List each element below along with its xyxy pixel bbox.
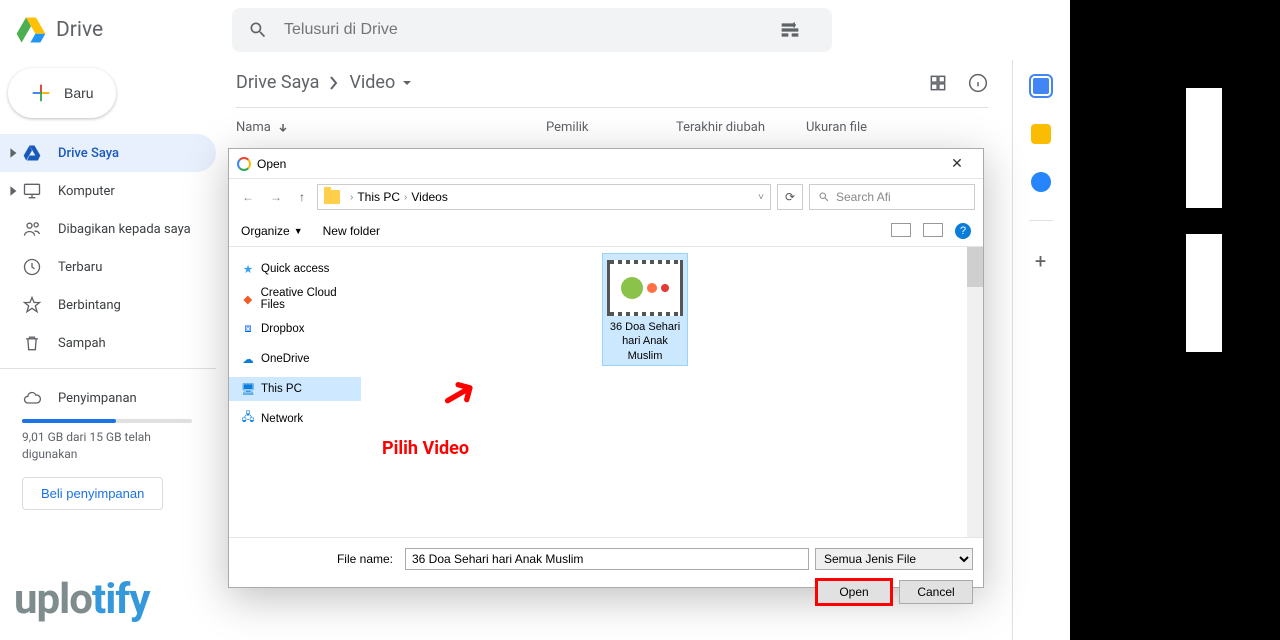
scrollbar[interactable]: [967, 247, 983, 537]
tree-onedrive[interactable]: ☁OneDrive: [229, 347, 361, 371]
tree-creative-cloud[interactable]: ◆Creative Cloud Files: [229, 287, 361, 311]
star-icon: [22, 295, 42, 315]
help-icon[interactable]: ?: [955, 223, 971, 239]
tasks-app-icon[interactable]: [1031, 172, 1051, 192]
preview-pane-icon[interactable]: [923, 223, 943, 237]
sidebar-item-label: Berbintang: [58, 298, 121, 313]
trash-icon: [22, 333, 42, 353]
caret-icon: [8, 185, 20, 197]
dialog-footer: File name: Semua Jenis File Open Cancel: [229, 537, 983, 614]
sidebar-item-computers[interactable]: Komputer: [0, 172, 216, 210]
search-icon: [818, 191, 830, 203]
column-modified[interactable]: Terakhir diubah: [676, 120, 806, 135]
up-icon[interactable]: ↑: [293, 190, 311, 204]
black-overlay: [1070, 0, 1280, 640]
sidebar: Baru Drive Saya Komputer Dibagikan kepad…: [0, 60, 216, 640]
file-open-dialog: Open ✕ ← → ↑ › This PC › Videos ˅ ⟳ Sear…: [228, 148, 984, 588]
storage-text: 9,01 GB dari 15 GB telah digunakan: [22, 429, 196, 463]
dialog-search[interactable]: Search Afi: [809, 184, 975, 210]
close-icon[interactable]: ✕: [939, 155, 975, 172]
plus-icon: [30, 82, 52, 104]
breadcrumb-segment[interactable]: Video: [349, 72, 395, 93]
sidebar-item-label: Komputer: [58, 184, 115, 199]
tree-this-pc[interactable]: 🖥This PC: [229, 377, 361, 401]
video-thumbnail: [607, 260, 683, 316]
sidebar-item-trash[interactable]: Sampah: [0, 324, 216, 362]
storage-label: Penyimpanan: [58, 391, 137, 406]
sidebar-item-label: Sampah: [58, 336, 106, 351]
open-button[interactable]: Open: [817, 580, 891, 604]
sidebar-item-label: Dibagikan kepada saya: [58, 222, 191, 237]
buy-storage-button[interactable]: Beli penyimpanan: [22, 477, 163, 510]
back-icon[interactable]: ←: [237, 190, 259, 204]
sidebar-item-label: Drive Saya: [58, 146, 119, 161]
search-options-icon[interactable]: [780, 20, 800, 40]
search-icon: [248, 20, 268, 40]
arrow-down-icon: [277, 122, 289, 134]
tree-quick-access[interactable]: ★Quick access: [229, 257, 361, 281]
breadcrumb: Drive Saya Video: [236, 64, 988, 105]
dialog-toolbar: Organize▼ New folder ?: [229, 215, 983, 247]
sidebar-item-storage[interactable]: Penyimpanan: [22, 379, 196, 417]
sidebar-item-recent[interactable]: Terbaru: [0, 248, 216, 286]
cancel-button[interactable]: Cancel: [899, 580, 973, 604]
dialog-title: Open: [257, 157, 286, 171]
folder-icon: [324, 190, 340, 204]
clock-icon: [22, 257, 42, 277]
new-folder-button[interactable]: New folder: [323, 224, 380, 238]
dialog-titlebar: Open ✕: [229, 149, 983, 179]
storage-bar: [22, 419, 192, 423]
chevron-right-icon: [329, 75, 339, 91]
caret-icon: [8, 147, 20, 159]
dialog-tree: ★Quick access ◆Creative Cloud Files ⧈Dro…: [229, 247, 361, 537]
forward-icon[interactable]: →: [265, 190, 287, 204]
refresh-icon[interactable]: ⟳: [777, 184, 803, 210]
new-button-label: Baru: [64, 85, 94, 101]
storage-section: Penyimpanan 9,01 GB dari 15 GB telah dig…: [0, 375, 216, 510]
search-bar[interactable]: [232, 8, 832, 52]
tree-network[interactable]: 🖧Network: [229, 407, 361, 431]
breadcrumb-segment[interactable]: Drive Saya: [236, 72, 319, 93]
file-name: 36 Doa Sehari hari Anak Muslim: [605, 320, 685, 363]
calendar-app-icon[interactable]: [1031, 76, 1051, 96]
nav: Drive Saya Komputer Dibagikan kepada say…: [0, 134, 216, 362]
column-name[interactable]: Nama: [236, 120, 546, 135]
sidebar-item-shared[interactable]: Dibagikan kepada saya: [0, 210, 216, 248]
side-panel: +: [1012, 60, 1068, 640]
sidebar-item-label: Terbaru: [58, 260, 102, 275]
logo-text: Drive: [56, 18, 103, 42]
new-button[interactable]: Baru: [8, 68, 116, 118]
keep-app-icon[interactable]: [1031, 124, 1051, 144]
table-header: Nama Pemilik Terakhir diubah Ukuran file: [236, 108, 988, 147]
drive-logo-wrap[interactable]: Drive: [16, 16, 232, 44]
search-input[interactable]: [284, 21, 780, 39]
chevron-down-icon[interactable]: [401, 77, 413, 89]
sidebar-item-starred[interactable]: Berbintang: [0, 286, 216, 324]
computer-icon: [22, 181, 42, 201]
file-item[interactable]: 36 Doa Sehari hari Anak Muslim: [602, 253, 688, 366]
file-name-input[interactable]: [405, 548, 809, 570]
view-mode-icon[interactable]: [891, 223, 911, 237]
column-owner[interactable]: Pemilik: [546, 120, 676, 135]
file-type-select[interactable]: Semua Jenis File: [815, 548, 973, 570]
watermark: uplotify: [14, 575, 150, 624]
organize-button[interactable]: Organize▼: [241, 224, 303, 238]
annotation-label: Pilih Video: [382, 438, 469, 459]
column-size[interactable]: Ukuran file: [806, 120, 988, 135]
chrome-icon: [237, 157, 251, 171]
sidebar-item-my-drive[interactable]: Drive Saya: [0, 134, 216, 172]
cloud-icon: [22, 388, 42, 408]
path-input[interactable]: › This PC › Videos ˅: [317, 184, 771, 210]
tree-dropbox[interactable]: ⧈Dropbox: [229, 317, 361, 341]
info-icon[interactable]: [968, 73, 988, 93]
shared-icon: [22, 219, 42, 239]
dialog-nav: ← → ↑ › This PC › Videos ˅ ⟳ Search Afi: [229, 179, 983, 215]
file-name-label: File name:: [239, 552, 399, 566]
grid-view-icon[interactable]: [928, 73, 948, 93]
drive-icon: [22, 143, 42, 163]
add-app-icon[interactable]: +: [1035, 249, 1046, 273]
drive-icon: [16, 16, 46, 44]
